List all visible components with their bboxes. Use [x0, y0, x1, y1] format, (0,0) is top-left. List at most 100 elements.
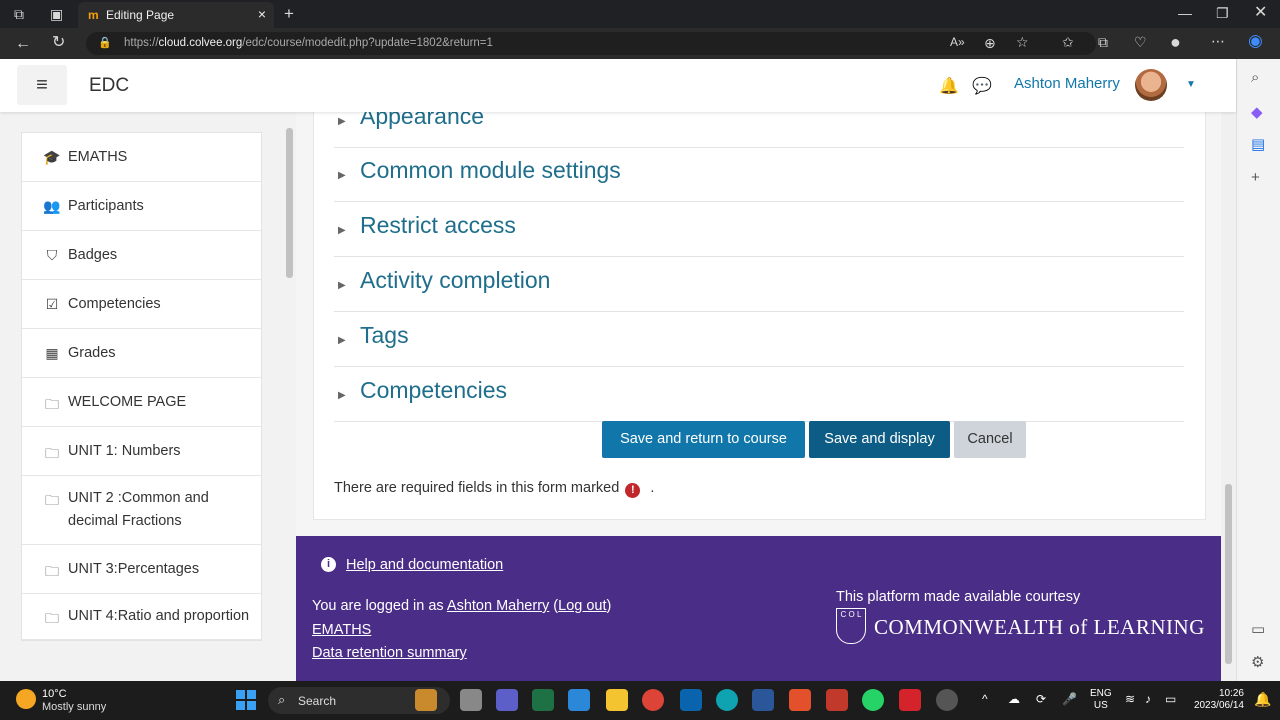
chevron-right-icon[interactable]: ▶ [338, 116, 346, 127]
tray-sync-icon[interactable]: ⟳ [1036, 693, 1046, 705]
form-section-title[interactable]: Common module settings [360, 157, 621, 184]
taskbar-word-icon[interactable] [752, 689, 774, 711]
taskbar-app-icon[interactable] [789, 689, 811, 711]
nav-item[interactable]: 🗀 UNIT 3:Percentages [22, 545, 261, 594]
taskbar-store-icon[interactable] [568, 689, 590, 711]
taskbar-openai-icon[interactable] [936, 689, 958, 711]
nav-item[interactable]: 🎓 EMATHS [22, 133, 261, 182]
taskbar-photo-icon[interactable] [826, 689, 848, 711]
sidebar-add-icon[interactable]: + [1251, 169, 1260, 186]
logout-link[interactable]: Log out [558, 598, 606, 614]
back-icon[interactable]: ← [15, 36, 31, 52]
messages-chat-icon[interactable]: 💬 [972, 76, 992, 96]
footer-user-link[interactable]: Ashton Maherry [447, 598, 549, 614]
maximize-icon[interactable]: ❐ [1216, 6, 1229, 20]
help-documentation-link[interactable]: Help and documentation [346, 557, 503, 573]
sidebar-panel-icon[interactable]: ▭ [1251, 620, 1265, 638]
taskbar-chrome-icon[interactable] [642, 689, 664, 711]
weather-condition[interactable]: Mostly sunny [42, 701, 106, 713]
weather-sun-icon[interactable] [16, 689, 36, 709]
taskbar-whatsapp-icon[interactable] [862, 689, 884, 711]
nav-item[interactable]: ☑ Competencies [22, 280, 261, 329]
form-section-header[interactable]: ▶ Appearance [334, 112, 1184, 148]
form-section-header[interactable]: ▶ Competencies [334, 367, 1184, 422]
main-scroll-thumb[interactable] [1225, 484, 1232, 664]
favorite-star-icon[interactable]: ☆ [1016, 35, 1029, 49]
sidebar-copilot-icon[interactable]: ◆ [1251, 103, 1263, 121]
chevron-right-icon[interactable]: ▶ [338, 335, 346, 346]
nav-item[interactable]: ⛉ Badges [22, 231, 261, 280]
tray-wifi-icon[interactable]: ≋ [1125, 693, 1135, 705]
more-menu-icon[interactable]: ⋯ [1211, 34, 1225, 48]
hamburger-menu-button[interactable]: ≡ [17, 65, 67, 105]
close-tab-icon[interactable]: × [258, 6, 266, 22]
taskbar-explorer-icon[interactable] [606, 689, 628, 711]
nav-item[interactable]: 👥 Participants [22, 182, 261, 231]
chevron-right-icon[interactable]: ▶ [338, 225, 346, 236]
new-tab-icon[interactable]: + [284, 5, 294, 22]
nav-item[interactable]: 🗀 UNIT 1: Numbers [22, 427, 261, 476]
notification-center-icon[interactable]: 🔔 [1254, 692, 1271, 706]
url-field[interactable]: 🔒 https://cloud.colvee.org/edc/course/mo… [86, 32, 1096, 55]
taskbar-outlook-icon[interactable] [680, 689, 702, 711]
main-scrollbar[interactable] [1221, 112, 1236, 681]
taskbar-acrobat-icon[interactable] [899, 689, 921, 711]
sidebar-settings-icon[interactable]: ⚙ [1251, 653, 1264, 671]
drawer-scroll-thumb[interactable] [286, 128, 293, 278]
form-section-title[interactable]: Competencies [360, 377, 507, 404]
form-section-header[interactable]: ▶ Activity completion [334, 257, 1184, 312]
data-retention-link[interactable]: Data retention summary [312, 645, 467, 661]
chevron-right-icon[interactable]: ▶ [338, 390, 346, 401]
bing-icon[interactable]: ◉ [1248, 32, 1263, 49]
minimize-icon[interactable]: — [1178, 6, 1192, 20]
chevron-right-icon[interactable]: ▶ [338, 280, 346, 291]
taskbar-app-widget-icon[interactable] [415, 689, 437, 711]
user-menu-name[interactable]: Ashton Maherry [1014, 75, 1120, 92]
chevron-down-icon[interactable]: ▼ [1186, 79, 1196, 90]
cancel-button[interactable]: Cancel [954, 421, 1026, 458]
form-section-header[interactable]: ▶ Restrict access [334, 202, 1184, 257]
health-icon[interactable]: ♡ [1134, 35, 1147, 49]
tray-onedrive-icon[interactable]: ☁ [1008, 693, 1020, 705]
read-aloud-icon[interactable]: A» [950, 36, 965, 48]
tray-volume-icon[interactable]: ♪ [1145, 693, 1151, 705]
nav-item[interactable]: 🗀 UNIT 2 :Common and decimal Fractions [22, 476, 261, 545]
taskbar-clock[interactable]: 10:26 2023/06/14 [1192, 688, 1244, 712]
taskbar-excel-icon[interactable] [532, 689, 554, 711]
tab-actions-icon[interactable]: ▣ [50, 7, 63, 21]
taskbar-teams-icon[interactable] [496, 689, 518, 711]
sidebar-search-icon[interactable]: ⌕ [1251, 69, 1259, 86]
site-name[interactable]: EDC [89, 75, 129, 97]
form-section-header[interactable]: ▶ Common module settings [334, 147, 1184, 202]
profile-icon[interactable]: ● [1170, 33, 1181, 51]
tray-chevron-up-icon[interactable]: ^ [982, 693, 988, 705]
nav-item[interactable]: ▦ Grades [22, 329, 261, 378]
footer-course-link[interactable]: EMATHS [312, 622, 371, 638]
chevron-right-icon[interactable]: ▶ [338, 170, 346, 181]
form-section-title[interactable]: Appearance [360, 112, 484, 130]
form-section-title[interactable]: Activity completion [360, 267, 550, 294]
tray-mic-icon[interactable]: 🎤 [1062, 693, 1077, 705]
taskbar-edge-icon[interactable] [716, 689, 738, 711]
taskbar-task-view-icon[interactable] [460, 689, 482, 711]
browser-tab-editing-page[interactable]: m Editing Page × [78, 2, 274, 28]
collections-icon[interactable]: ⧉ [1098, 35, 1108, 49]
nav-item[interactable]: 🗀 UNIT 4:Ratio and proportion [22, 594, 261, 640]
save-return-button[interactable]: Save and return to course [602, 421, 805, 458]
zoom-icon[interactable]: ⊕ [984, 36, 996, 50]
nav-item[interactable]: 🗀 WELCOME PAGE [22, 378, 261, 427]
weather-temperature[interactable]: 10°C [42, 688, 67, 700]
form-section-title[interactable]: Tags [360, 322, 409, 349]
tray-battery-icon[interactable]: ▭ [1165, 693, 1176, 705]
form-section-title[interactable]: Restrict access [360, 212, 516, 239]
close-window-icon[interactable]: ✕ [1254, 5, 1267, 21]
workspaces-icon[interactable]: ⧉ [14, 7, 24, 21]
input-language[interactable]: ENG US [1090, 688, 1112, 712]
windows-start-icon[interactable] [236, 690, 256, 710]
favorites-icon[interactable]: ✩ [1062, 35, 1074, 49]
form-section-header[interactable]: ▶ Tags [334, 312, 1184, 367]
drawer-scrollbar[interactable] [284, 120, 294, 675]
notifications-bell-icon[interactable]: 🔔 [939, 76, 959, 96]
save-display-button[interactable]: Save and display [809, 421, 950, 458]
sidebar-outlook-icon[interactable]: ▤ [1251, 135, 1265, 153]
